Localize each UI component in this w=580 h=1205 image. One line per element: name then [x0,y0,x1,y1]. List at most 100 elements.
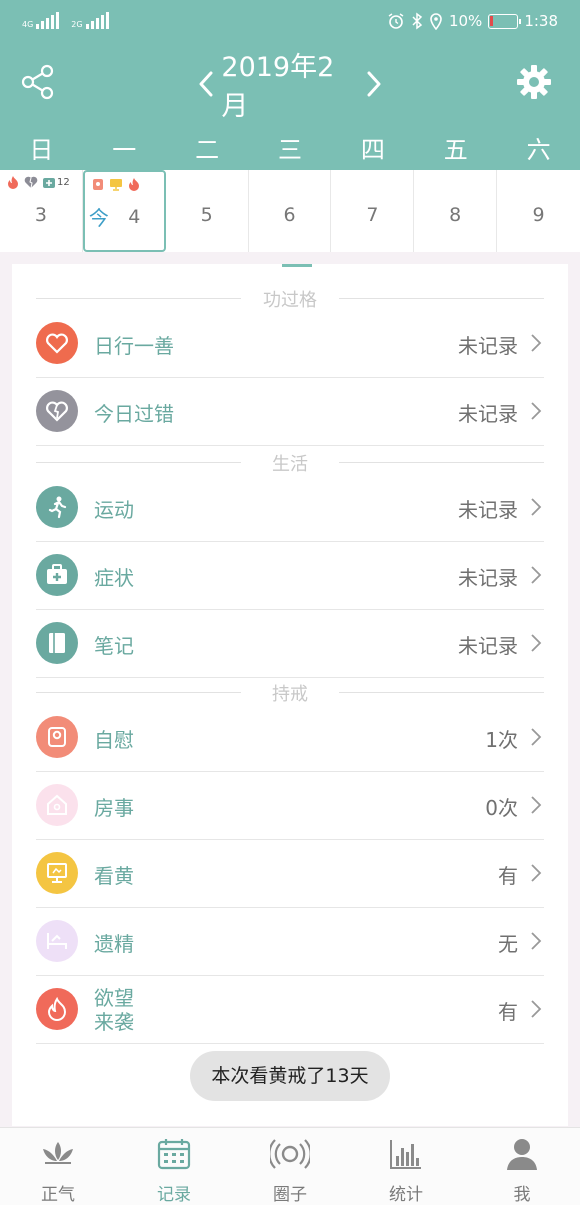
medkit-icon [36,554,78,596]
location-icon [430,13,442,30]
row-mistake[interactable]: 今日过错 未记录 [36,378,544,446]
row-exercise[interactable]: 运动 未记录 [36,474,544,542]
fire-icon [8,176,18,189]
date-cell[interactable]: 8 [414,170,498,252]
row-value: 未记录 [458,566,518,590]
chevron-right-icon [531,566,542,584]
record-card: 功过格 日行一善 未记录 今日过错 未记录 生活 运动 未记录 症状 未记录 笔… [12,264,568,1126]
drag-handle[interactable] [282,264,312,267]
chevron-right-icon [531,1000,542,1018]
weekday-row: 日 一 二 三 四 五 六 [0,130,580,166]
row-value: 无 [498,932,518,956]
chevron-right-icon [367,71,381,97]
row-label-line1: 欲望 [94,986,134,1010]
month-title: 2019年2月 [221,52,335,122]
fire-icon [128,178,139,191]
top-header: 4G 2G 10% 1:38 2019年2月 日 一 二 三 四 五 六 [0,0,580,170]
status-bar: 4G 2G 10% 1:38 [0,0,580,44]
row-value: 有 [498,1000,518,1024]
notebook-icon [36,622,78,664]
tab-statistics[interactable]: 统计 [348,1128,464,1205]
section-title: 生活 [272,454,308,475]
row-value: 有 [498,864,518,888]
house-icon [36,784,78,826]
monitor-icon [109,179,122,191]
tab-label: 统计 [389,1185,423,1205]
medkit-icon [43,178,55,188]
chevron-right-icon [531,728,542,746]
row-label: 日行一善 [94,334,174,358]
chevron-right-icon [531,334,542,352]
signal-4g-icon: 4G [22,12,60,29]
clock: 1:38 [524,12,558,30]
row-value: 未记录 [458,402,518,426]
battery-percent: 10% [448,12,483,30]
row-emission[interactable]: 遗精 无 [36,908,544,976]
chevron-right-icon [531,796,542,814]
signal-label: 4G [22,20,34,29]
broken-heart-icon [24,176,38,189]
chevron-right-icon [531,402,542,420]
tab-label: 记录 [157,1185,191,1205]
weekday-label: 四 [360,136,385,164]
date-number: 4 [128,206,141,228]
tab-me[interactable]: 我 [464,1128,580,1205]
row-sex[interactable]: 房事 0次 [36,772,544,840]
date-number: 3 [34,204,47,226]
row-label: 欲望 来袭 [94,986,154,1034]
date-cell-selected[interactable]: 今 4 [82,170,166,252]
row-label: 看黄 [94,864,134,888]
row-label: 今日过错 [94,402,174,426]
row-value: 0次 [485,796,518,820]
settings-gear-icon[interactable] [516,64,552,100]
alarm-icon [388,13,404,29]
weekday-label: 五 [443,136,468,164]
battery-icon [488,13,522,29]
tab-zhengqi[interactable]: 正气 [0,1128,116,1205]
tab-label: 圈子 [273,1185,307,1205]
weekday-label: 一 [112,136,137,164]
date-cell[interactable]: 12 3 [0,170,83,252]
tissue-roll-icon [36,716,78,758]
running-man-icon [36,486,78,528]
date-cell[interactable]: 7 [331,170,415,252]
chevron-right-icon [531,932,542,950]
tab-label: 正气 [41,1185,75,1205]
chevron-left-icon [199,71,213,97]
fire-icon [36,988,78,1030]
lotus-icon [43,1142,73,1164]
row-value: 未记录 [458,334,518,358]
bluetooth-icon [412,12,423,30]
weekday-label: 六 [526,136,551,164]
share-icon[interactable] [20,64,56,100]
tab-circle[interactable]: 圈子 [232,1128,348,1205]
chevron-right-icon [531,864,542,882]
date-cell[interactable]: 5 [166,170,249,252]
row-porn[interactable]: 看黄 有 [36,840,544,908]
row-symptom[interactable]: 症状 未记录 [36,542,544,610]
section-header-merit: 功过格 [36,284,544,312]
calendar-icon [157,1139,191,1170]
chevron-right-icon [531,498,542,516]
symptom-count-badge: 12 [57,176,70,188]
prev-month-button[interactable] [190,68,221,100]
date-number: 9 [532,204,545,226]
date-number: 8 [449,204,462,226]
row-label: 症状 [94,566,134,590]
weekday-label: 三 [278,136,302,164]
row-note[interactable]: 笔记 未记录 [36,610,544,678]
row-label: 遗精 [94,932,134,956]
date-cell[interactable]: 6 [249,170,332,252]
row-value: 1次 [485,728,518,752]
row-masturbation[interactable]: 自慰 1次 [36,704,544,772]
row-desire[interactable]: 欲望 来袭 有 [36,976,544,1044]
row-good-deed[interactable]: 日行一善 未记录 [36,310,544,378]
tab-record[interactable]: 记录 [116,1128,232,1205]
signal-2g-icon: 2G [71,12,109,29]
date-cell[interactable]: 9 [497,170,580,252]
section-title: 持戒 [272,684,308,705]
section-header-abstain: 持戒 [36,678,544,706]
bed-icon [36,920,78,962]
broken-heart-icon [36,390,78,432]
next-month-button[interactable] [359,68,390,100]
